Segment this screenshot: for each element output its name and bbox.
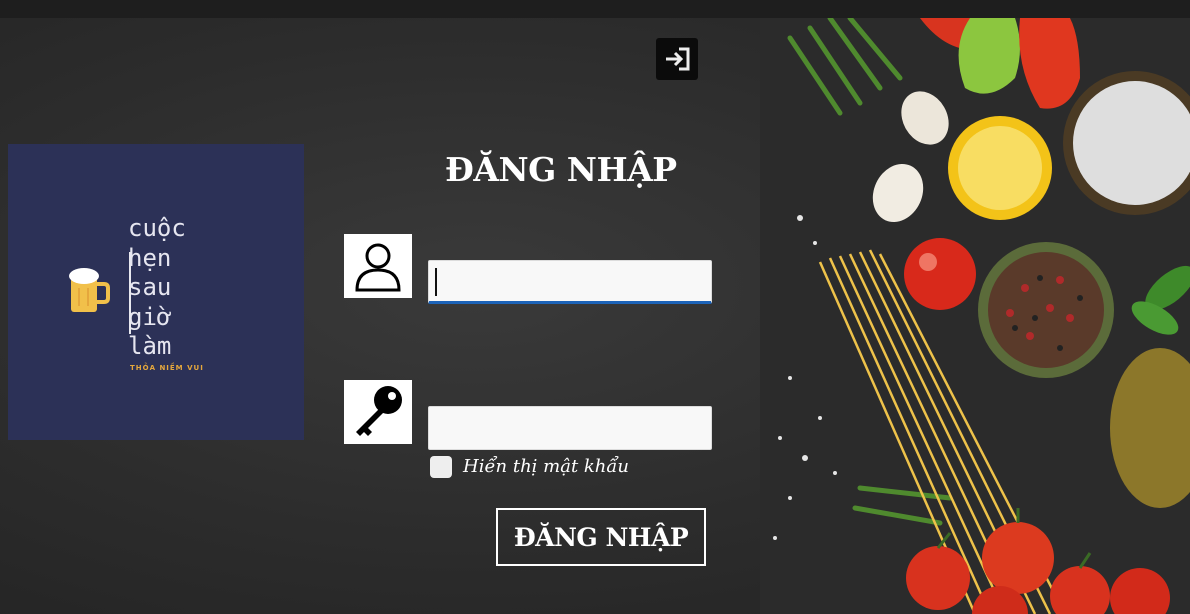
text-cursor bbox=[435, 268, 437, 296]
show-password-checkbox[interactable] bbox=[430, 456, 452, 478]
login-title: ĐĂNG NHẬP bbox=[445, 150, 677, 189]
top-bar bbox=[0, 0, 1190, 18]
brand-logo: cuộc hẹn sau giờ làm THỎA NIỀM VUI bbox=[8, 144, 304, 440]
username-input[interactable] bbox=[428, 260, 712, 304]
logo-tagline: THỎA NIỀM VUI bbox=[130, 364, 204, 372]
password-input[interactable] bbox=[428, 406, 712, 450]
key-icon-box bbox=[344, 380, 412, 444]
show-password-label: Hiển thị mật khẩu bbox=[463, 456, 630, 477]
food-background-image bbox=[760, 18, 1190, 614]
sign-in-icon bbox=[666, 47, 690, 71]
login-button[interactable]: ĐĂNG NHẬP bbox=[496, 508, 706, 566]
logo-wordmark: cuộc hẹn sau giờ làm bbox=[128, 214, 186, 360]
user-icon bbox=[355, 243, 401, 292]
user-icon-box bbox=[344, 234, 412, 298]
beer-mug-icon bbox=[69, 268, 110, 312]
key-icon bbox=[356, 386, 402, 436]
sign-in-button[interactable] bbox=[656, 38, 698, 80]
